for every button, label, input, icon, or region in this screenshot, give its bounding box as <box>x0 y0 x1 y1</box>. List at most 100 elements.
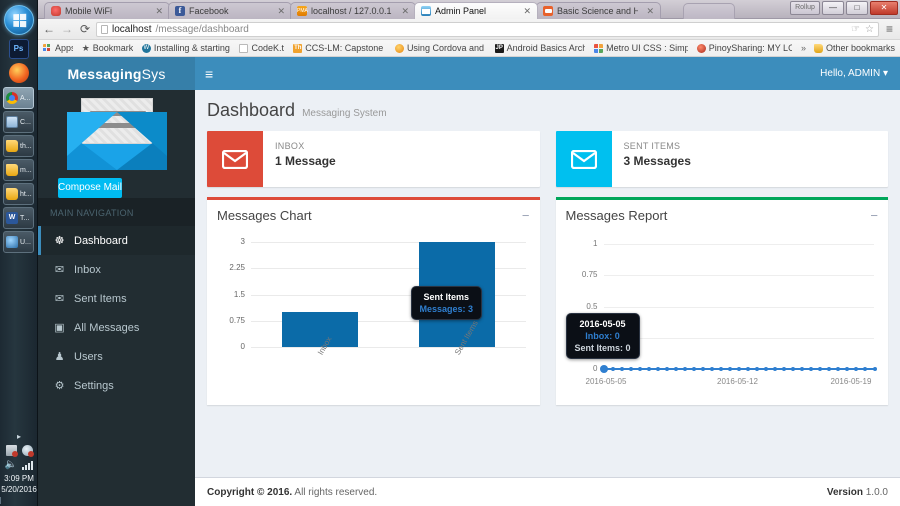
data-point[interactable] <box>872 367 877 371</box>
compose-mail-button[interactable]: Compose Mail <box>58 178 122 198</box>
tab-close-icon[interactable]: ✕ <box>519 6 531 17</box>
data-point[interactable] <box>863 367 868 371</box>
show-desktop-button[interactable] <box>0 497 37 504</box>
data-point[interactable] <box>655 367 660 371</box>
photoshop-icon[interactable]: Ps <box>8 39 29 59</box>
data-point[interactable] <box>746 367 751 371</box>
clock-time[interactable]: 3:09 PM <box>0 473 37 484</box>
back-button[interactable]: ← <box>42 22 56 36</box>
bookmark-item[interactable]: Metro UI CSS : Simple <box>594 43 688 53</box>
data-point[interactable] <box>791 367 796 371</box>
data-point[interactable] <box>646 367 651 371</box>
hamburger-menu-icon[interactable]: ≡ <box>205 67 213 81</box>
bookmark-item[interactable]: W Installing & starting w <box>141 43 230 53</box>
taskbar-item-word[interactable]: W T... <box>3 207 34 229</box>
data-point[interactable] <box>628 367 633 371</box>
messages-chart-body[interactable]: 0 0.75 1.5 2.25 3 Inbox Sent Items Sent Items Me… <box>207 230 540 405</box>
data-point[interactable] <box>809 367 814 371</box>
sidebar-item-dashboard[interactable]: ☸ Dashboard <box>38 226 195 255</box>
bar-chart[interactable]: 0 0.75 1.5 2.25 3 Inbox Sent Items Sent Items Me… <box>217 236 530 399</box>
bookmark-item[interactable]: Using Cordova and Vi <box>394 43 486 53</box>
data-point[interactable] <box>800 367 805 371</box>
bookmark-page-icon[interactable]: ☞ <box>851 24 860 35</box>
data-point[interactable] <box>637 367 642 371</box>
data-point[interactable] <box>691 367 696 371</box>
sidebar-item-all-messages[interactable]: ▣ All Messages <box>38 313 195 342</box>
data-point[interactable] <box>619 367 624 371</box>
bookmark-item[interactable]: ★Bookmarks <box>82 43 133 53</box>
close-button[interactable]: ✕ <box>870 1 898 15</box>
data-point[interactable] <box>818 367 823 371</box>
browser-menu-icon[interactable]: ≡ <box>883 22 896 36</box>
bar-inbox[interactable] <box>281 312 358 347</box>
data-point[interactable] <box>836 367 841 371</box>
tray-expand-icon[interactable]: ▸ <box>0 431 37 442</box>
forward-button[interactable]: → <box>60 22 74 36</box>
taskbar-item-chrome[interactable]: A... <box>3 87 34 109</box>
data-point[interactable] <box>664 367 669 371</box>
data-point[interactable] <box>682 367 687 371</box>
bookmark-item[interactable]: Apps <box>43 43 73 53</box>
tab-close-icon[interactable]: ✕ <box>151 6 163 17</box>
data-point[interactable] <box>845 367 850 371</box>
network-icon[interactable] <box>5 445 18 457</box>
bookmark-item[interactable]: JP Android Basics Archiv <box>494 43 585 53</box>
tab-close-icon[interactable]: ✕ <box>642 6 654 17</box>
reload-button[interactable]: ⟳ <box>78 22 92 36</box>
signal-icon[interactable] <box>22 459 34 470</box>
browser-tab-2[interactable]: PMAlocalhost / 127.0.0.1 / me ✕ <box>290 2 416 19</box>
bookmark-item[interactable]: PinoySharing: MY LOV <box>696 43 792 53</box>
bookmark-item[interactable]: CodeK.tv <box>239 43 284 53</box>
data-point[interactable] <box>854 367 859 371</box>
tab-close-icon[interactable]: ✕ <box>273 6 285 17</box>
address-bar[interactable]: localhost/message/dashboard ☞ ☆ <box>96 21 879 37</box>
data-point[interactable] <box>709 367 714 371</box>
data-point[interactable] <box>827 367 832 371</box>
taskbar-item-folder-th[interactable]: th... <box>3 135 34 157</box>
data-point[interactable] <box>782 367 787 371</box>
browser-tab-0[interactable]: Mobile WiFi ✕ <box>44 2 170 19</box>
browser-tab-3[interactable]: Admin Panel ✕ <box>414 2 538 19</box>
data-point[interactable] <box>673 367 678 371</box>
browser-tab-4[interactable]: Basic Science and Health ✕ <box>536 2 661 19</box>
maximize-button[interactable]: □ <box>846 1 868 15</box>
collapse-icon[interactable]: − <box>522 209 530 222</box>
user-menu[interactable]: Hello, ADMIN ▾ <box>820 68 888 79</box>
taskbar-item-folder-ht[interactable]: ht... <box>3 183 34 205</box>
info-box-sent-items[interactable]: SENT ITEMS 3 Messages <box>555 131 888 187</box>
action-center-icon[interactable] <box>21 445 34 457</box>
collapse-icon[interactable]: − <box>870 209 878 222</box>
info-box-inbox[interactable]: INBOX 1 Message <box>207 131 540 187</box>
rollup-button[interactable]: Rollup <box>790 1 820 15</box>
sidebar-item-sent-items[interactable]: ✉ Sent Items <box>38 284 195 313</box>
data-point[interactable] <box>610 367 615 371</box>
start-button-icon[interactable] <box>3 5 34 35</box>
volume-icon[interactable]: 🔈 <box>5 459 17 470</box>
data-point[interactable] <box>764 367 769 371</box>
data-point[interactable] <box>718 367 723 371</box>
data-point[interactable] <box>755 367 760 371</box>
firefox-icon[interactable] <box>8 63 29 83</box>
data-point[interactable] <box>737 367 741 371</box>
sidebar-item-users[interactable]: ♟ Users <box>38 342 195 371</box>
data-point[interactable] <box>599 365 608 373</box>
page-info-icon[interactable] <box>101 24 108 34</box>
star-bookmark-icon[interactable]: ☆ <box>865 24 874 35</box>
new-tab-stub[interactable] <box>683 3 735 19</box>
brand-logo[interactable]: Messaging Sys <box>38 57 195 90</box>
bookmarks-overflow-icon[interactable]: » <box>801 43 806 53</box>
browser-tab-1[interactable]: f Facebook ✕ <box>168 2 292 19</box>
tab-close-icon[interactable]: ✕ <box>397 6 409 17</box>
sidebar-item-settings[interactable]: ⚙ Settings <box>38 371 195 400</box>
taskbar-item-folder-m[interactable]: m... <box>3 159 34 181</box>
line-chart[interactable]: 00.250.50.7512016-05-052016-05-122016-05… <box>565 236 879 399</box>
other-bookmarks-folder[interactable]: Other bookmarks <box>813 43 895 53</box>
data-point[interactable] <box>727 367 732 371</box>
data-point[interactable] <box>700 367 705 371</box>
sidebar-item-inbox[interactable]: ✉ Inbox <box>38 255 195 284</box>
minimize-button[interactable]: — <box>822 1 844 15</box>
clock-date[interactable]: 5/20/2016 <box>0 484 37 495</box>
bookmark-item[interactable]: Th CCS-LM: Capstone Pr <box>293 43 386 53</box>
messages-report-body[interactable]: 00.250.50.7512016-05-052016-05-122016-05… <box>556 230 889 405</box>
taskbar-item-screenshot-tool[interactable]: C... <box>3 111 34 133</box>
